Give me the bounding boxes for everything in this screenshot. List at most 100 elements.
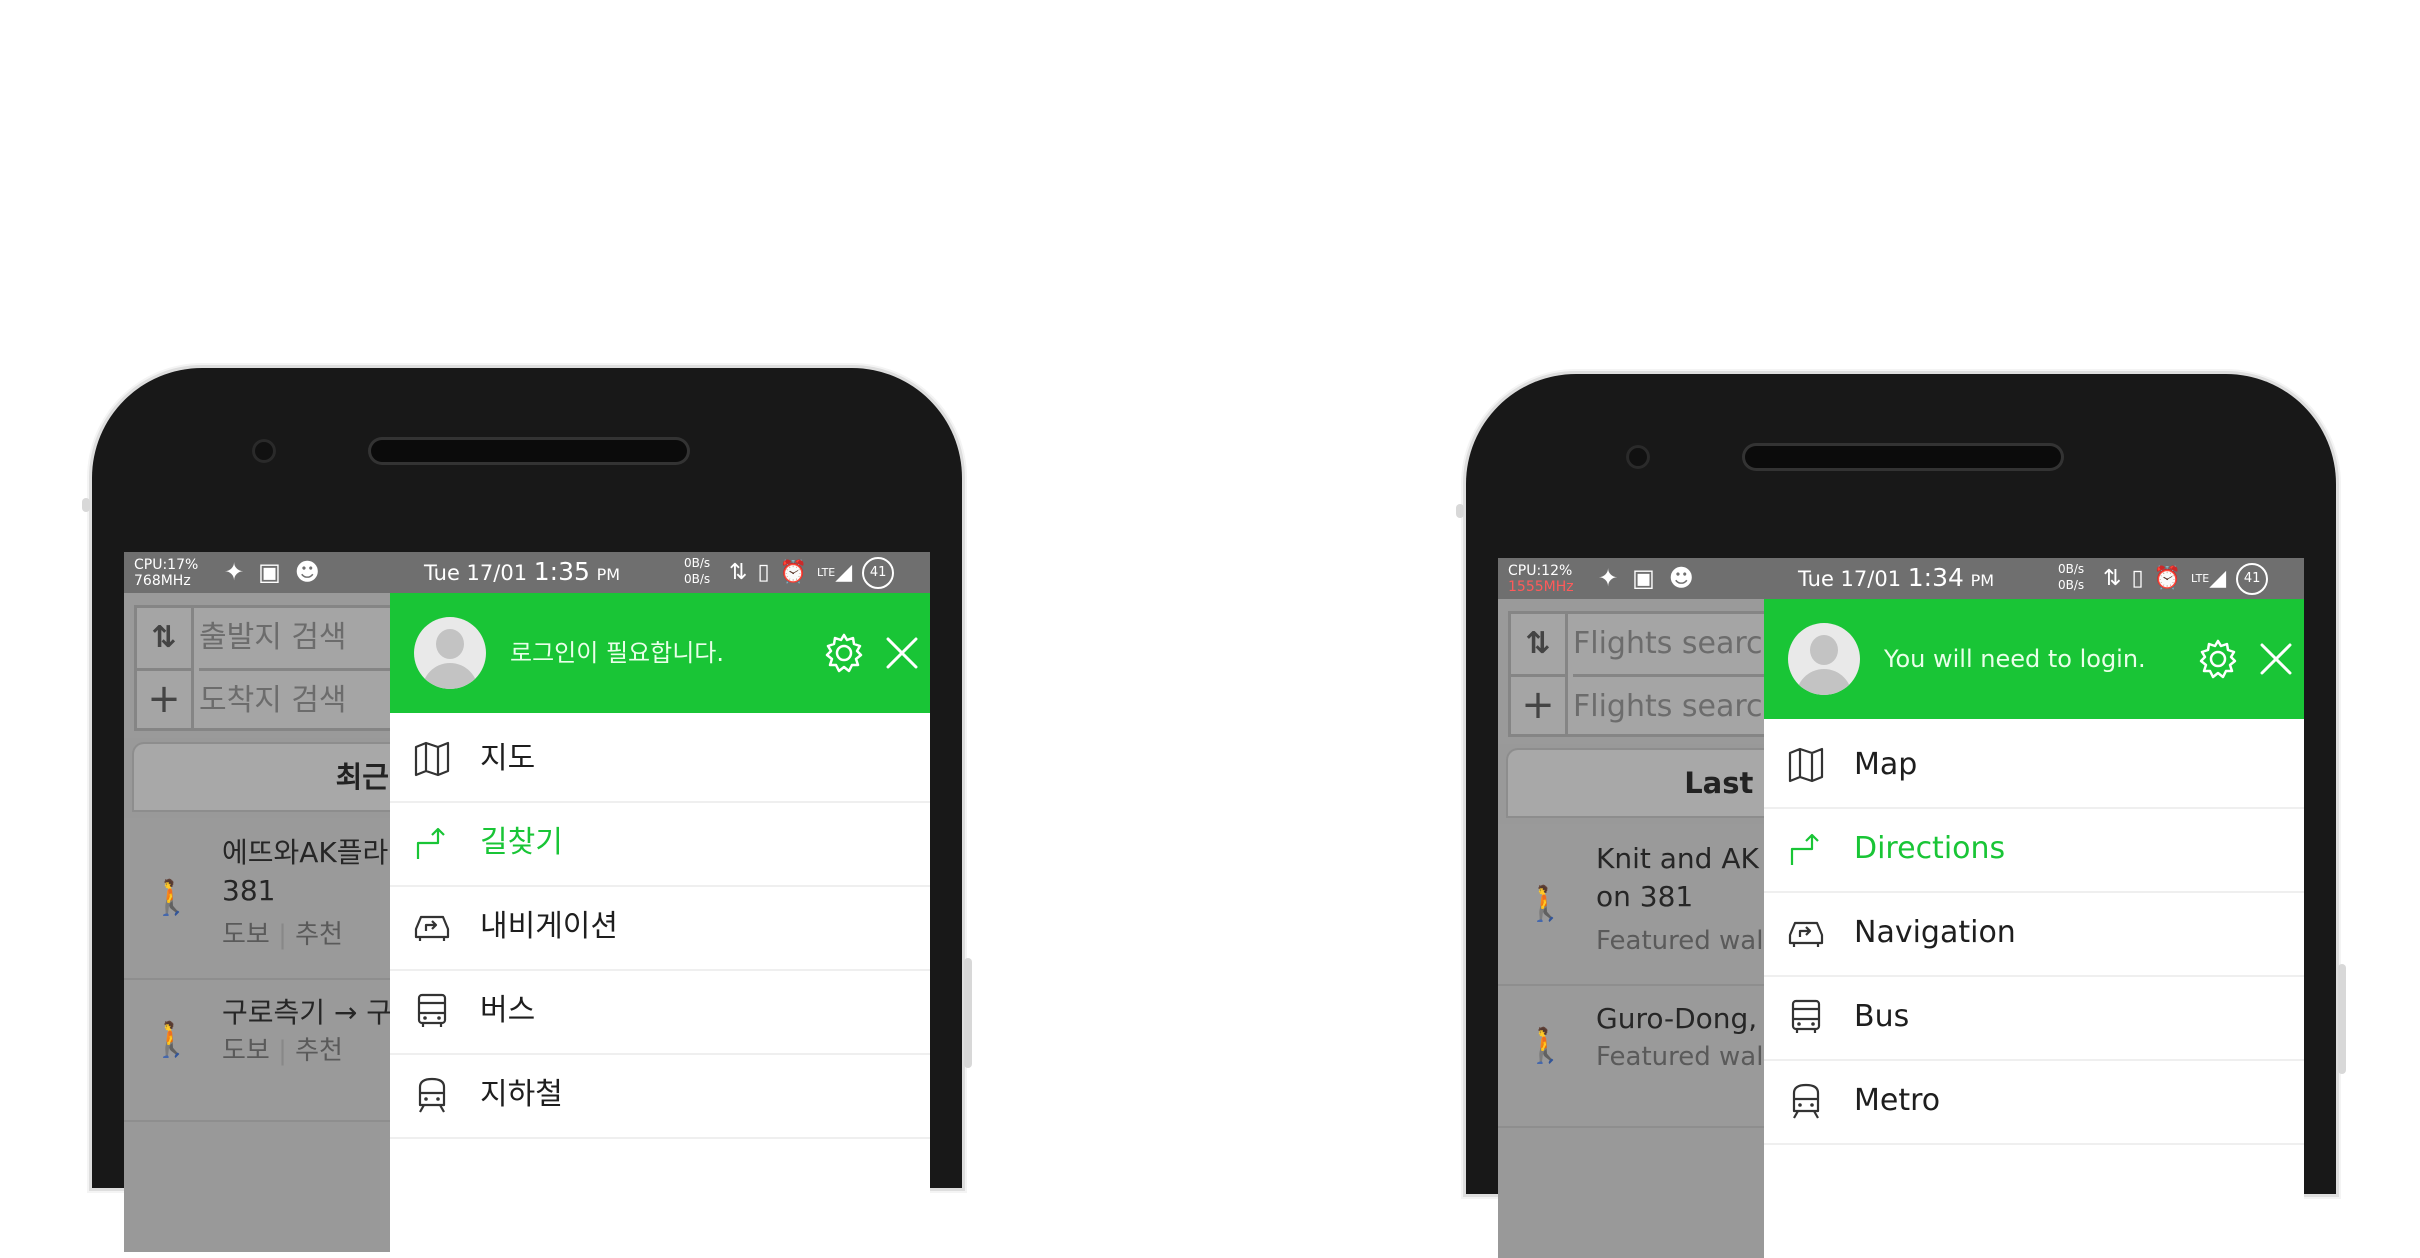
system-icons: ⇅ ▯ ⏰ LTE◢ 41 [729, 557, 895, 589]
ampm: PM [1970, 571, 1995, 590]
gear-icon[interactable] [822, 631, 866, 675]
puzzle-icon: ✦ [1598, 564, 1619, 592]
route-meta: Featured walk [1596, 1042, 1779, 1072]
data-transfer-icon: ⇅ [2103, 566, 2122, 591]
origin-search-input[interactable]: Flights searc [1573, 614, 1763, 674]
notification-icons: ✦ ▣ ☻ [224, 558, 320, 586]
close-icon[interactable] [880, 631, 924, 675]
login-prompt[interactable]: You will need to login. [1884, 599, 2146, 719]
menu-label: Navigation [1854, 915, 2016, 950]
gear-icon[interactable] [2196, 637, 2240, 681]
battery-icon: 41 [2236, 563, 2269, 595]
phone-side-button [1456, 504, 1464, 518]
upload-speed: 0B/s [684, 556, 711, 570]
phone-power-button [2338, 964, 2346, 1074]
navigation-car-icon [1788, 921, 1824, 947]
directions-icon [1790, 833, 1819, 865]
earpiece-speaker [1745, 446, 2061, 468]
notification-icons: ✦ ▣ ☻ [1598, 564, 1694, 592]
metro-icon [1792, 1083, 1820, 1119]
menu-item-directions[interactable]: 길찾기 [390, 801, 930, 887]
phone-power-button [964, 958, 972, 1068]
vibrate-icon: ▯ [757, 560, 770, 585]
walk-icon: 🚶 [1524, 1026, 1567, 1066]
cpu-monitor: CPU:17% 768MHz [134, 557, 198, 589]
login-prompt[interactable]: 로그인이 필요합니다. [510, 593, 724, 713]
lte-signal-icon: LTE◢ [2190, 566, 2227, 591]
cpu-usage: CPU:12% [1508, 563, 1573, 579]
android-icon: ☻ [294, 558, 320, 586]
menu-label: 내비게이션 [480, 909, 618, 944]
menu-item-bus[interactable]: 버스 [390, 969, 930, 1055]
menu-item-map[interactable]: 지도 [390, 717, 930, 803]
network-speed: 0B/s 0B/s [684, 555, 710, 587]
add-waypoint-button[interactable]: + [1511, 674, 1568, 737]
alarm-icon: ⏰ [2153, 566, 2181, 591]
menu-label: Metro [1854, 1083, 1941, 1118]
alarm-icon: ⏰ [779, 560, 807, 585]
menu-label: Directions [1854, 831, 2006, 866]
menu-item-directions[interactable]: Directions [1764, 807, 2304, 893]
clock: Tue 17/01 1:35 PM [424, 558, 620, 589]
walk-icon: 🚶 [150, 1020, 193, 1060]
date: Tue 17/01 [1798, 567, 1902, 591]
time: 1:35 [533, 557, 590, 586]
menu-item-metro[interactable]: Metro [1764, 1059, 2304, 1145]
navigation-car-icon [414, 915, 450, 941]
map-icon [1788, 747, 1824, 783]
lte-signal-icon: LTE◢ [816, 560, 853, 585]
metro-icon [418, 1077, 446, 1113]
add-waypoint-button[interactable]: + [137, 668, 194, 731]
walk-icon: 🚶 [150, 878, 193, 918]
phone-side-button [82, 498, 90, 512]
directions-icon [416, 827, 445, 859]
bus-icon [1791, 999, 1821, 1033]
drawer-header: 로그인이 필요합니다. [390, 593, 930, 713]
menu-item-metro[interactable]: 지하철 [390, 1053, 930, 1139]
menu-label: 버스 [480, 993, 536, 1028]
image-icon: ▣ [1632, 564, 1655, 592]
cpu-frequency: 1555MHz [1508, 579, 1574, 595]
front-camera [252, 439, 276, 463]
walk-icon: 🚶 [1524, 884, 1567, 924]
swap-route-button[interactable]: ⇅ [137, 608, 194, 668]
navigation-drawer: You will need to login. Map Directions N… [1764, 599, 2304, 1258]
avatar[interactable] [1788, 623, 1860, 695]
download-speed: 0B/s [684, 572, 711, 586]
status-bar: CPU:17% 768MHz ✦ ▣ ☻ Tue 17/01 1:35 PM 0… [124, 552, 930, 593]
cpu-monitor: CPU:12% 1555MHz [1508, 563, 1574, 595]
network-speed: 0B/s 0B/s [2058, 561, 2084, 593]
time: 1:34 [1907, 563, 1964, 592]
screen: CPU:17% 768MHz ✦ ▣ ☻ Tue 17/01 1:35 PM 0… [124, 552, 930, 1252]
vibrate-icon: ▯ [2131, 566, 2144, 591]
phone-frame-korean: CPU:17% 768MHz ✦ ▣ ☻ Tue 17/01 1:35 PM 0… [82, 368, 972, 1252]
navigation-drawer: 로그인이 필요합니다. 지도 길찾기 내비게이션 버스 지하철 [390, 593, 930, 1252]
puzzle-icon: ✦ [224, 558, 245, 586]
bus-icon [417, 993, 447, 1027]
phone-frame-english: CPU:12% 1555MHz ✦ ▣ ☻ Tue 17/01 1:34 PM … [1456, 374, 2346, 1258]
route-meta: 도보 | 추천 [222, 1036, 343, 1066]
menu-label: 지하철 [480, 1077, 563, 1112]
menu-item-navigation[interactable]: 내비게이션 [390, 885, 930, 971]
cpu-frequency: 768MHz [134, 573, 191, 589]
route-meta: 도보 | 추천 [222, 920, 343, 950]
earpiece-speaker [371, 440, 687, 462]
battery-icon: 41 [862, 557, 895, 589]
status-bar: CPU:12% 1555MHz ✦ ▣ ☻ Tue 17/01 1:34 PM … [1498, 558, 2304, 599]
menu-item-navigation[interactable]: Navigation [1764, 891, 2304, 977]
avatar[interactable] [414, 617, 486, 689]
route-meta: Featured walk [1596, 926, 1779, 956]
close-icon[interactable] [2254, 637, 2298, 681]
map-icon [414, 741, 450, 777]
origin-search-input[interactable]: 출발지 검색 [199, 608, 347, 668]
menu-label: 길찾기 [480, 825, 563, 860]
data-transfer-icon: ⇅ [729, 560, 748, 585]
date: Tue 17/01 [424, 561, 528, 585]
swap-route-button[interactable]: ⇅ [1511, 614, 1568, 674]
menu-item-map[interactable]: Map [1764, 723, 2304, 809]
menu-item-bus[interactable]: Bus [1764, 975, 2304, 1061]
upload-speed: 0B/s [2058, 562, 2085, 576]
download-speed: 0B/s [2058, 578, 2085, 592]
menu-label: Map [1854, 747, 1918, 782]
cpu-usage: CPU:17% [134, 557, 199, 573]
